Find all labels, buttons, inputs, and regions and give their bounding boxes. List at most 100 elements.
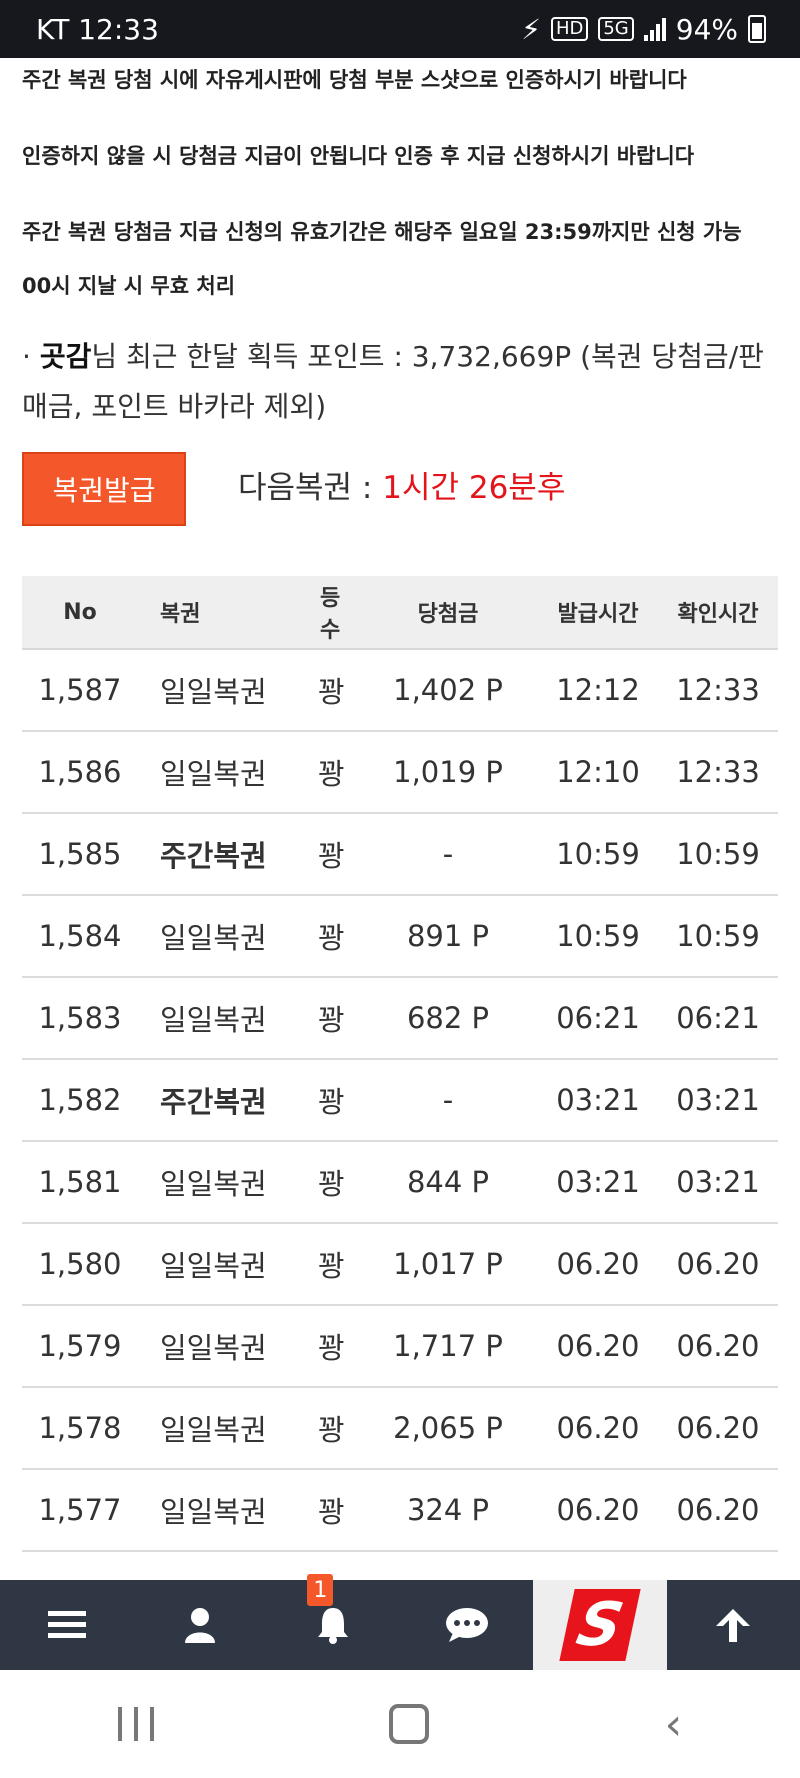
cell-issued: 12:12	[556, 673, 640, 707]
status-time: KT 12:33	[36, 12, 159, 46]
header-prize: 당첨금	[417, 602, 479, 627]
cell-issued: 03:21	[556, 1165, 640, 1199]
cell-type: 일일복권	[160, 757, 267, 791]
cell-no: 1,586	[38, 755, 122, 789]
cell-issued: 10:59	[556, 919, 640, 953]
menu-icon	[47, 1611, 86, 1638]
cell-checked: 06.20	[676, 1411, 760, 1445]
notice-line-2: 인증하지 않을 시 당첨금 지급이 안됩니다 인증 후 지급 신청하시기 바랍니…	[22, 144, 695, 168]
system-nav-bar: ‹	[0, 1670, 800, 1778]
points-text: 님 최근 한달 획득 포인트 : 3,732,669P (복권 당첨금/판매금,…	[22, 340, 764, 423]
cell-no: 1,579	[38, 1329, 122, 1363]
cell-prize: 324 P	[406, 1493, 490, 1527]
points-bullet: ·	[22, 340, 31, 373]
table-row: 1,583 일일복권 꽝 682 P 06:21 06:21	[22, 978, 778, 1060]
header-type: 복권	[160, 602, 201, 627]
cell-issued: 06.20	[556, 1411, 640, 1445]
cell-type: 일일복권	[160, 921, 267, 955]
charging-icon: ⚡	[521, 12, 541, 46]
cell-checked: 06.20	[676, 1329, 760, 1363]
user-icon	[184, 1608, 215, 1643]
cell-rank: 꽝	[318, 1331, 345, 1365]
header-checked: 확인시간	[677, 602, 759, 627]
cell-checked: 06.20	[676, 1247, 760, 1281]
cell-prize: 1,717 P	[393, 1329, 503, 1363]
cell-type: 일일복권	[160, 1331, 267, 1365]
cell-checked: 12:33	[676, 673, 760, 707]
home-button[interactable]	[389, 1704, 430, 1744]
table-row: 1,586 일일복권 꽝 1,019 P 12:10 12:33	[22, 732, 778, 814]
cell-rank: 꽝	[318, 1167, 345, 1201]
chat-icon	[445, 1608, 488, 1642]
cell-issued: 06.20	[556, 1329, 640, 1363]
cell-type: 일일복권	[160, 1413, 267, 1447]
notice-line-4: 00시 지날 시 무효 처리	[22, 274, 236, 298]
cell-type: 일일복권	[160, 1249, 267, 1283]
cell-no: 1,577	[38, 1493, 122, 1527]
arrow-up-icon	[716, 1609, 751, 1642]
next-lottery-label: 다음복권 :	[238, 470, 383, 506]
table-row: 1,579 일일복권 꽝 1,717 P 06.20 06.20	[22, 1306, 778, 1388]
next-lottery-time: 1시간 26분후	[382, 470, 566, 506]
cell-no: 1,587	[38, 673, 122, 707]
cell-prize: 682 P	[406, 1001, 490, 1035]
notification-badge: 1	[307, 1574, 334, 1606]
cell-checked: 12:33	[676, 755, 760, 789]
cell-checked: 10:59	[676, 919, 760, 953]
cell-issued: 12:10	[556, 755, 640, 789]
hd-icon: HD	[550, 17, 589, 41]
cell-no: 1,578	[38, 1411, 122, 1445]
cell-rank: 꽝	[318, 1085, 345, 1119]
header-issued: 발급시간	[557, 602, 639, 627]
next-lottery: 다음복권 : 1시간 26분후	[238, 462, 565, 507]
cell-checked: 03:21	[676, 1083, 760, 1117]
cell-checked: 06:21	[676, 1001, 760, 1035]
battery-percent: 94%	[675, 12, 738, 46]
cell-issued: 10:59	[556, 837, 640, 871]
cell-issued: 06.20	[556, 1493, 640, 1527]
cell-type: 일일복권	[160, 1003, 267, 1037]
status-bar: KT 12:33 ⚡ HD 5G 94%	[0, 0, 800, 58]
scroll-top-button[interactable]	[667, 1580, 800, 1670]
table-row: 1,587 일일복권 꽝 1,402 P 12:12 12:33	[22, 650, 778, 732]
recent-apps-button[interactable]	[117, 1707, 154, 1741]
table-row: 1,578 일일복권 꽝 2,065 P 06.20 06.20	[22, 1388, 778, 1470]
cell-type: 주간복권	[160, 839, 267, 873]
issue-lottery-button[interactable]: 복권발급	[22, 452, 186, 526]
cell-type: 일일복권	[160, 1495, 267, 1529]
table-header: No 복권 등수 당첨금 발급시간 확인시간	[22, 576, 778, 650]
cell-rank: 꽝	[318, 1413, 345, 1447]
cell-issued: 06.20	[556, 1247, 640, 1281]
battery-icon	[748, 15, 766, 43]
cell-rank: 꽝	[318, 1003, 345, 1037]
cell-prize: 2,065 P	[393, 1411, 503, 1445]
cell-rank: 꽝	[318, 675, 345, 709]
cell-prize: 1,402 P	[393, 673, 503, 707]
menu-button[interactable]	[0, 1580, 133, 1670]
notice-line-3: 주간 복권 당첨금 지급 신청의 유효기간은 해당주 일요일 23:59까지만 …	[22, 220, 742, 244]
cell-prize: -	[442, 837, 454, 871]
signal-icon	[643, 17, 666, 41]
cell-issued: 06:21	[556, 1001, 640, 1035]
chat-button[interactable]	[400, 1580, 533, 1670]
monthly-points: · 곳감님 최근 한달 획득 포인트 : 3,732,669P (복권 당첨금/…	[22, 332, 782, 432]
header-no: No	[63, 599, 97, 625]
bell-icon	[318, 1608, 349, 1644]
table-row: 1,582 주간복권 꽝 - 03:21 03:21	[22, 1060, 778, 1142]
cell-rank: 꽝	[318, 921, 345, 955]
points-username: 곳감	[39, 340, 92, 373]
cell-no: 1,581	[38, 1165, 122, 1199]
cell-checked: 03:21	[676, 1165, 760, 1199]
cell-prize: 1,019 P	[393, 755, 503, 789]
back-button[interactable]: ‹	[665, 1699, 683, 1750]
cell-no: 1,584	[38, 919, 122, 953]
cell-rank: 꽝	[318, 1495, 345, 1529]
bottom-nav: 1 S	[0, 1574, 800, 1670]
notice-line-1: 주간 복권 당첨 시에 자유게시판에 당첨 부분 스샷으로 인증하시기 바랍니다	[22, 68, 687, 92]
cell-prize: 891 P	[406, 919, 490, 953]
profile-button[interactable]	[133, 1580, 266, 1670]
table-row: 1,580 일일복권 꽝 1,017 P 06.20 06.20	[22, 1224, 778, 1306]
notifications-button[interactable]: 1	[267, 1574, 400, 1670]
cell-checked: 06.20	[676, 1493, 760, 1527]
site-logo-button[interactable]: S	[533, 1580, 667, 1670]
